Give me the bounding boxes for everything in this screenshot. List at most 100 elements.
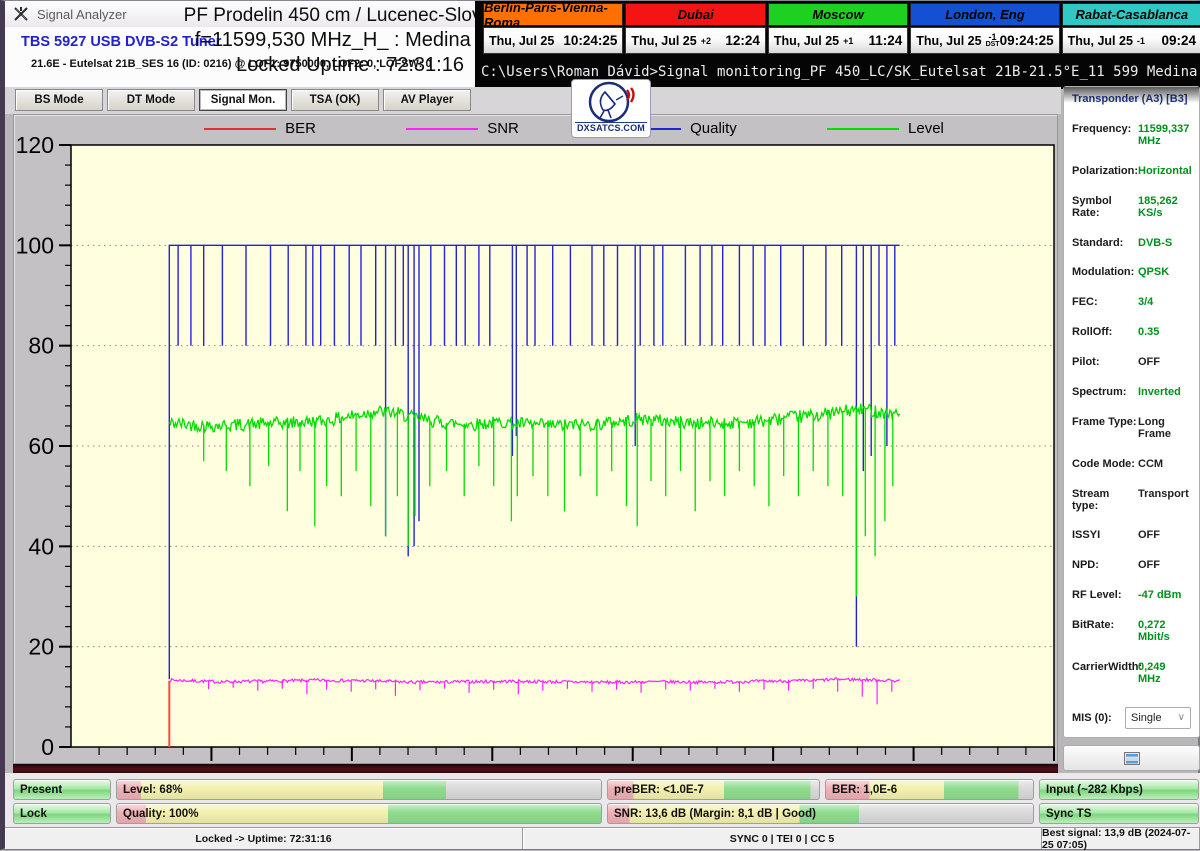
input-indicator: Input (~282 Kbps)	[1039, 779, 1199, 800]
y-axis-label: 20	[28, 634, 54, 660]
clock-time-display: Thu, Jul 25 -1 09:24	[1061, 27, 1200, 54]
indicator-label: SNR: 13,6 dB (Margin: 8,1 dB | Good)	[614, 807, 816, 820]
offset-value: -1	[1136, 35, 1145, 46]
param-row-stream-type-: Stream type: Transport	[1072, 488, 1191, 512]
y-axis-label: 100	[16, 232, 54, 258]
param-label: RF Level:	[1072, 589, 1122, 602]
param-value: 3/4	[1138, 296, 1154, 309]
param-value: 11599,337 MHz	[1138, 122, 1190, 147]
param-label: FEC:	[1072, 296, 1098, 309]
param-label: Standard:	[1072, 236, 1124, 249]
param-row-npd-: NPD: OFF	[1072, 559, 1191, 571]
param-value: OFF	[1138, 529, 1160, 542]
clock-date: Thu, Jul 25	[489, 33, 555, 48]
clock-city-label: Berlin-Paris-Vienna-Roma	[483, 0, 624, 30]
dxsatcs-logo-text: DXSATCS.COM	[574, 122, 648, 133]
param-row-frame-type-: Frame Type: Long Frame	[1072, 416, 1191, 440]
status-segment-2: SYNC 0 | TEI 0 | CC 5	[523, 828, 1042, 849]
param-row-carrierwidth-: CarrierWidth: 0,249 MHz	[1072, 661, 1191, 685]
param-row-modulation-: Modulation: QPSK	[1072, 266, 1191, 278]
indicator-label: Input (~282 Kbps)	[1046, 783, 1143, 796]
transponder-header: Transponder (A3) [B3]	[1072, 93, 1188, 105]
level-bar: Level: 68%	[116, 779, 602, 800]
clock-1: Berlin-Paris-Vienna-Roma Thu, Jul 25 10:24…	[483, 0, 624, 54]
indicator-label: preBER: <1.0E-7	[614, 783, 704, 796]
dxsatcs-logo: DXSATCS.COM	[571, 79, 651, 138]
indicator-label: Quality: 100%	[123, 807, 199, 820]
param-value: 0,249 MHz	[1138, 660, 1166, 685]
console-command-line: C:\Users\Roman Dávid>Signal monitoring_P…	[481, 64, 1200, 80]
clock-time-display: Thu, Jul 25 +2 12:24	[625, 27, 766, 54]
param-value: DVB-S	[1138, 236, 1173, 249]
clock-date: Thu, Jul 25	[631, 33, 697, 48]
offset-value: +1	[843, 35, 854, 46]
param-label: Symbol Rate:	[1072, 194, 1112, 219]
syncts-indicator: Sync TS	[1039, 803, 1199, 824]
param-row-spectrum-: Spectrum: Inverted	[1072, 386, 1191, 398]
mis-select[interactable]: Single ∨	[1125, 706, 1191, 729]
signal-history-plot: 0 20 40 60 80 100 120	[16, 132, 1055, 761]
param-label: Stream type:	[1072, 487, 1110, 512]
param-label: Polarization:	[1072, 164, 1139, 177]
param-value: QPSK	[1138, 266, 1170, 279]
param-label: RollOff:	[1072, 326, 1113, 339]
param-value: Horizontal	[1138, 164, 1192, 177]
tab-tsa-ok-[interactable]: TSA (OK)	[291, 89, 379, 111]
clock-time: 09:24:25	[999, 33, 1054, 48]
y-axis-label: 40	[28, 533, 54, 559]
offset-value: +2	[700, 35, 711, 46]
tab-bs-mode[interactable]: BS Mode	[15, 89, 103, 111]
present-indicator: Present	[13, 779, 111, 800]
snr-bar: SNR: 13,6 dB (Margin: 8,1 dB | Good)	[607, 803, 1034, 824]
mode-tabs: BS Mode DT Mode Signal Mon. TSA (OK) AV Play…	[15, 89, 471, 111]
indicator-row-2: Lock Quality: 100% SNR: 13,6 dB (Margin: 8…	[13, 803, 1199, 824]
tab-dt-mode[interactable]: DT Mode	[107, 89, 195, 111]
param-row-code-mode-: Code Mode: CCM	[1072, 458, 1191, 470]
param-row-mis: MIS (0): Single ∨	[1072, 706, 1191, 729]
param-row-issyi: ISSYI OFF	[1072, 529, 1191, 541]
param-label: MIS (0):	[1072, 711, 1112, 724]
param-row-symbol-rate-: Symbol Rate: 185,262 KS/s	[1072, 195, 1191, 219]
app-icon	[14, 7, 28, 21]
tab-av-player[interactable]: AV Player	[383, 89, 471, 111]
param-row-pilot-: Pilot: OFF	[1072, 356, 1191, 368]
clock-city-label: Dubai	[625, 3, 766, 26]
y-axis-label: 80	[28, 333, 54, 359]
indicator-label: Level: 68%	[123, 783, 183, 796]
y-axis-label: 0	[41, 734, 54, 760]
clock-city-label: Moscow	[767, 3, 909, 26]
param-row-fec-: FEC: 3/4	[1072, 296, 1191, 308]
clock-utc-offset: +2	[700, 35, 711, 46]
signal-analyzer-window: Signal Analyzer TBS 5927 USB DVB-S2 Tune…	[0, 0, 1200, 851]
chart-bottom-edge	[13, 764, 1058, 773]
clock-5: Rabat-Casablanca Thu, Jul 25 -1 09:24	[1061, 3, 1200, 54]
param-row-polarization-: Polarization: Horizontal	[1072, 164, 1192, 177]
param-label: Modulation:	[1072, 266, 1135, 279]
status-bar: Locked -> Uptime: 72:31:16 SYNC 0 | TEI 0…	[5, 827, 1200, 851]
clock-city-label: Rabat-Casablanca	[1061, 3, 1200, 26]
clock-utc-offset: -1	[1136, 35, 1145, 46]
clock-time-display: Thu, Jul 25 10:24:25	[483, 27, 624, 54]
preber-bar: preBER: <1.0E-7	[607, 779, 820, 800]
param-value: 185,262 KS/s	[1138, 194, 1178, 219]
list-icon	[1123, 751, 1140, 765]
stream-list-button[interactable]	[1063, 745, 1200, 771]
param-value: OFF	[1138, 356, 1160, 368]
indicator-label: Lock	[20, 807, 47, 820]
plot-background	[71, 145, 1054, 747]
y-axis-label: 120	[16, 132, 54, 158]
quality-bar: Quality: 100%	[116, 803, 602, 824]
window-title: Signal Analyzer	[37, 6, 127, 22]
param-value: 0.35	[1138, 326, 1160, 339]
clock-time: 11:24	[868, 33, 903, 48]
param-value: OFF	[1138, 559, 1160, 572]
param-row-standard-: Standard: DVB-S	[1072, 237, 1191, 249]
clock-3: Moscow Thu, Jul 25 +1 11:24	[767, 3, 909, 54]
param-label: BitRate:	[1072, 619, 1115, 631]
clock-date: Thu, Jul 25	[1067, 33, 1133, 48]
param-row-rf-level-: RF Level: -47 dBm	[1072, 589, 1191, 601]
param-label: CarrierWidth:	[1072, 660, 1143, 673]
indicator-label: Sync TS	[1046, 807, 1092, 820]
tab-signal-mon-[interactable]: Signal Mon.	[199, 89, 287, 111]
ber-bar: BER: 1,0E-6	[825, 779, 1034, 800]
